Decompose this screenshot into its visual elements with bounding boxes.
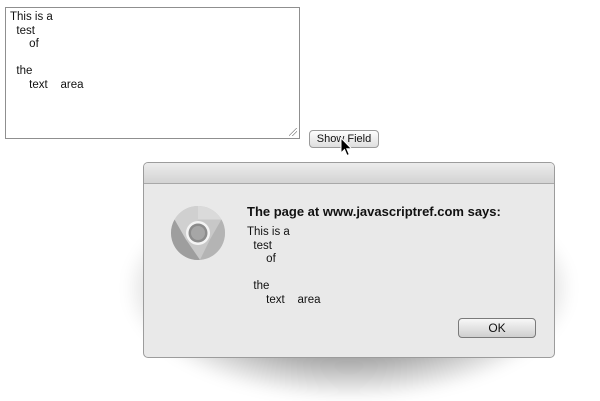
- text-area[interactable]: This is a test of the text area: [5, 7, 300, 139]
- page: This is a test of the text area Show Fie…: [0, 0, 600, 401]
- dialog-heading: The page at www.javascriptref.com says:: [247, 204, 501, 219]
- text-area-content[interactable]: This is a test of the text area: [10, 11, 295, 92]
- resize-grip-icon[interactable]: [289, 128, 297, 136]
- dialog-titlebar[interactable]: [144, 163, 554, 184]
- mouse-pointer-icon: [340, 137, 353, 157]
- ok-button[interactable]: OK: [458, 318, 536, 338]
- chrome-icon: [170, 206, 226, 260]
- dialog-message: This is a test of the text area: [247, 226, 321, 306]
- alert-dialog: The page at www.javascriptref.com says: …: [143, 162, 555, 358]
